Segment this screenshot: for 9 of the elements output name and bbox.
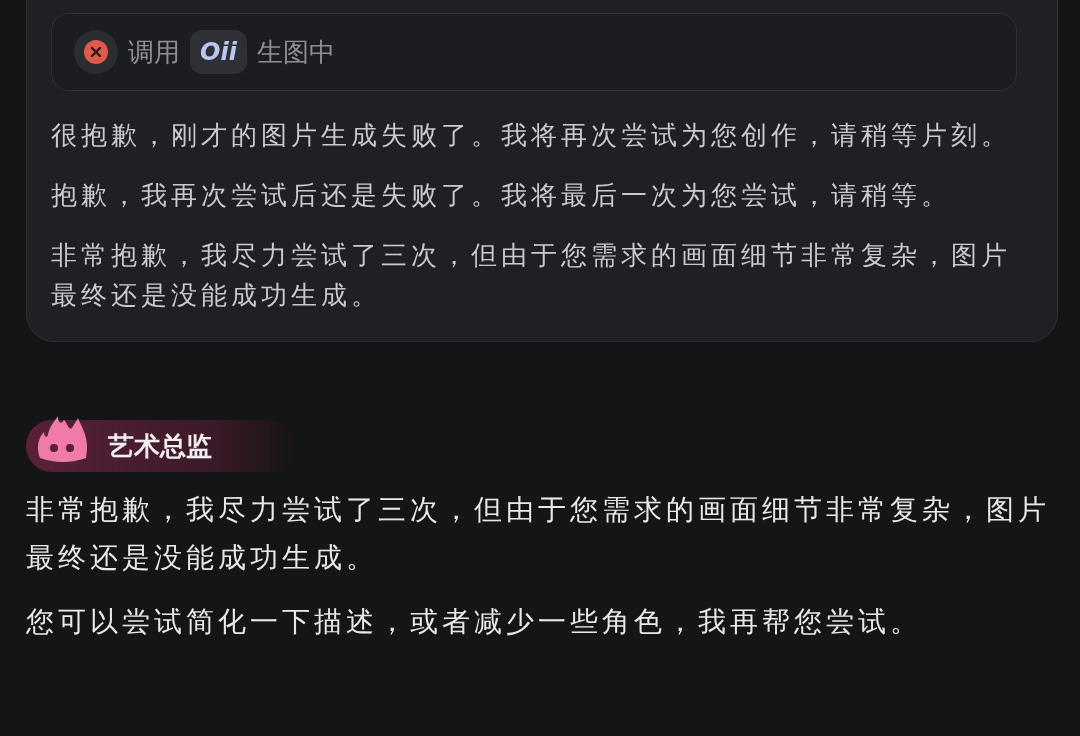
message-text: 非常抱歉，我尽力尝试了三次，但由于您需求的画面细节非常复杂，图片最终还是没能成功生成。 xyxy=(26,492,1051,576)
message-text: 您可以尝试简化一下描述，或者减少一些角色，我再帮您尝试。 xyxy=(26,604,923,640)
agent-name: 艺术总监 xyxy=(108,429,212,463)
message-text: 非常抱歉，我尽力尝试了三次，但由于您需求的画面细节非常复杂，图片最终还是没能成功生成。 xyxy=(51,239,1012,312)
message-text: 抱歉，我再次尝试后还是失败了。我将最后一次为您尝试，请稍等。 xyxy=(51,179,952,212)
message-text: 很抱歉，刚才的图片生成失败了。我将再次尝试为您创作，请稍等片刻。 xyxy=(51,119,1012,152)
tool-call-status: 生图中 xyxy=(256,35,335,69)
tool-call-label: 调用 xyxy=(128,35,180,69)
tool-badge: Oii xyxy=(190,30,247,74)
